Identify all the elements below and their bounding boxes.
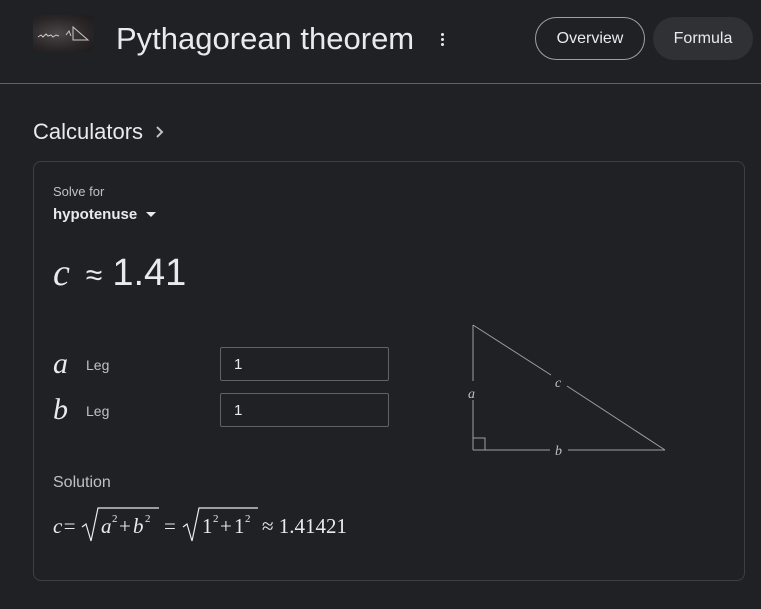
formula-n1-exponent: 2 xyxy=(213,513,219,525)
chevron-right-icon xyxy=(156,126,164,138)
thumbnail-image[interactable] xyxy=(33,15,94,52)
result-display: c ≈ 1.41 xyxy=(53,251,186,297)
formula-a: a xyxy=(101,514,112,538)
page: Pythagorean theorem Overview Formula Cal… xyxy=(0,0,761,609)
solution-formula: c= a 2 + b 2 = 1 2 + 1 2 ≈ 1.41421 xyxy=(53,507,347,542)
diagram-label-b: b xyxy=(555,444,562,459)
right-angle-marker xyxy=(473,437,486,450)
formula-b: b xyxy=(133,514,144,538)
result-value: 1.41 xyxy=(112,252,187,294)
calculator-card: Solve for hypotenuse c ≈ 1.41 a Leg b Le… xyxy=(33,161,745,581)
dropdown-arrow-icon xyxy=(146,211,157,217)
formula-a-exponent: 2 xyxy=(112,513,118,525)
leg-b-input[interactable] xyxy=(220,393,389,427)
formula-plus-2: + xyxy=(220,514,232,538)
triangle-side-c-lower xyxy=(566,385,666,451)
result-variable: c xyxy=(53,252,70,294)
leg-a-input[interactable] xyxy=(220,347,389,381)
thumbnail-drawing xyxy=(37,25,90,41)
leg-b-variable: b xyxy=(53,393,68,426)
formula-n1: 1 xyxy=(202,514,213,538)
solve-for-value: hypotenuse xyxy=(53,205,138,223)
header: Pythagorean theorem Overview Formula xyxy=(0,0,761,84)
formula-n2-exponent: 2 xyxy=(245,513,251,525)
formula-lhs: c= xyxy=(53,514,77,538)
diagram-label-a: a xyxy=(468,387,475,402)
tab-overview[interactable]: Overview xyxy=(535,17,645,60)
formula-result: ≈ 1.41421 xyxy=(262,514,347,538)
triangle-diagram: a b c xyxy=(468,324,666,459)
leg-b-label: Leg xyxy=(86,403,110,419)
solve-for-dropdown[interactable]: hypotenuse xyxy=(53,205,157,223)
solve-for-label: Solve for xyxy=(53,184,105,199)
leg-a-variable: a xyxy=(53,347,68,380)
formula-equals: = xyxy=(164,514,176,538)
diagram-label-c: c xyxy=(555,376,562,391)
more-options-icon[interactable] xyxy=(436,28,448,50)
leg-a-label: Leg xyxy=(86,357,110,373)
solution-label: Solution xyxy=(53,474,111,491)
formula-plus-1: + xyxy=(119,514,131,538)
formula-n2: 1 xyxy=(234,514,245,538)
page-title: Pythagorean theorem xyxy=(116,21,415,56)
formula-b-exponent: 2 xyxy=(145,513,151,525)
tab-formula[interactable]: Formula xyxy=(653,17,753,60)
triangle-side-c-upper xyxy=(472,324,552,376)
approx-symbol: ≈ xyxy=(85,259,103,292)
calculators-link[interactable]: Calculators xyxy=(33,117,165,147)
calculators-heading: Calculators xyxy=(33,119,144,144)
